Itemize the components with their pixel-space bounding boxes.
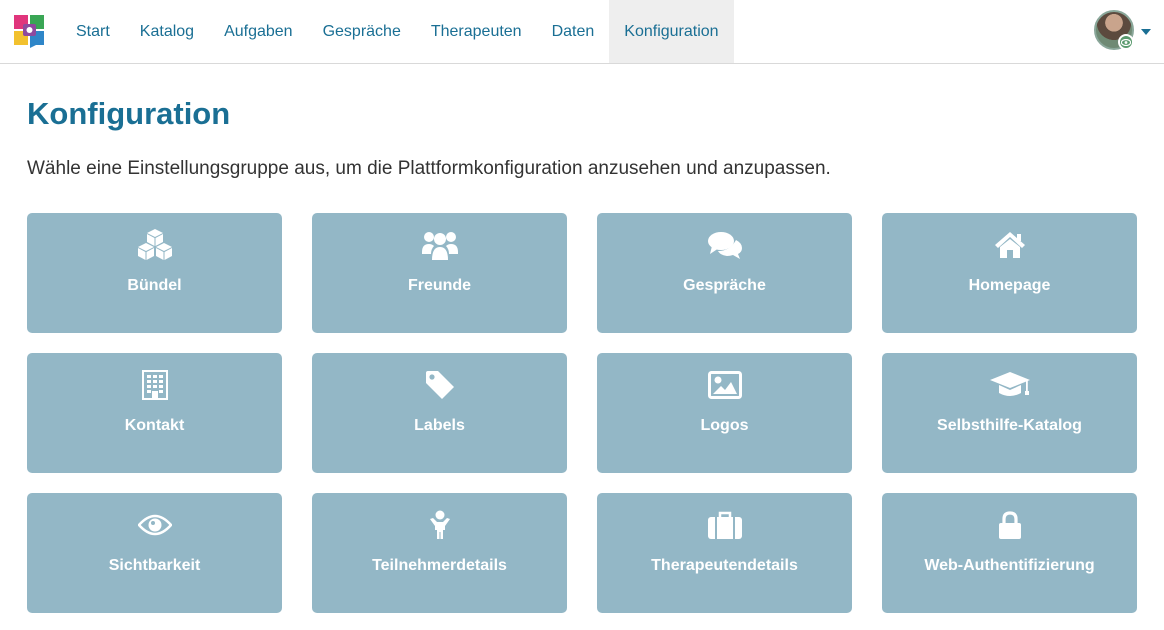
nav-item-gespraeche[interactable]: Gespräche <box>308 0 416 63</box>
tile-label: Kontakt <box>124 417 185 434</box>
tile-buendel[interactable]: Bündel <box>27 213 282 333</box>
tile-label: Bündel <box>127 277 182 294</box>
nav-item-katalog[interactable]: Katalog <box>125 0 209 63</box>
tile-web-authentifizierung[interactable]: Web-Authentifizierung <box>882 493 1137 613</box>
lock-icon <box>882 509 1137 541</box>
nav-item-daten[interactable]: Daten <box>537 0 610 63</box>
tile-label: Gespräche <box>683 277 766 294</box>
nav-item-label: Start <box>76 22 110 40</box>
child-icon <box>312 509 567 541</box>
nav-item-label: Gespräche <box>322 22 401 40</box>
users-icon <box>312 229 567 261</box>
tile-freunde[interactable]: Freunde <box>312 213 567 333</box>
nav-item-aufgaben[interactable]: Aufgaben <box>209 0 308 63</box>
tile-gespraeche[interactable]: Gespräche <box>597 213 852 333</box>
settings-grid: Bündel Freunde Gespräche Homepage Kontak… <box>27 213 1137 613</box>
page-title: Konfiguration <box>27 96 231 131</box>
page-description: Wähle eine Einstellungsgruppe aus, um di… <box>27 158 831 179</box>
graduation-cap-icon <box>882 369 1137 401</box>
eye-icon <box>27 509 282 541</box>
tile-label: Therapeutendetails <box>651 557 798 574</box>
nav-item-konfiguration[interactable]: Konfiguration <box>609 0 734 63</box>
nav-item-therapeuten[interactable]: Therapeuten <box>416 0 537 63</box>
comments-icon <box>597 229 852 261</box>
chevron-down-icon[interactable] <box>1141 29 1151 35</box>
nav-item-start[interactable]: Start <box>61 0 125 63</box>
tile-label: Sichtbarkeit <box>108 557 201 574</box>
user-menu[interactable] <box>1094 10 1154 50</box>
tile-kontakt[interactable]: Kontakt <box>27 353 282 473</box>
suitcase-icon <box>597 509 852 541</box>
image-icon <box>597 369 852 401</box>
app-logo-icon[interactable] <box>14 15 46 48</box>
tile-label: Teilnehmerdetails <box>372 557 507 574</box>
nav-item-label: Daten <box>551 22 595 40</box>
home-icon <box>882 229 1137 261</box>
tile-homepage[interactable]: Homepage <box>882 213 1137 333</box>
tile-logos[interactable]: Logos <box>597 353 852 473</box>
nav-item-label: Katalog <box>139 22 195 40</box>
tile-teilnehmerdetails[interactable]: Teilnehmerdetails <box>312 493 567 613</box>
building-icon <box>27 369 282 401</box>
top-navbar: Start Katalog Aufgaben Gespräche Therape… <box>0 0 1164 64</box>
tag-icon <box>312 369 567 401</box>
tile-labels[interactable]: Labels <box>312 353 567 473</box>
tile-selbsthilfe-katalog[interactable]: Selbsthilfe-Katalog <box>882 353 1137 473</box>
tile-label: Selbsthilfe-Katalog <box>937 417 1082 434</box>
tile-label: Logos <box>700 417 749 434</box>
tile-label: Homepage <box>968 277 1051 294</box>
cubes-icon <box>27 229 282 261</box>
eye-icon <box>1118 34 1134 50</box>
nav-item-label: Therapeuten <box>430 22 522 40</box>
tile-label: Labels <box>414 417 465 434</box>
nav-item-label: Aufgaben <box>224 22 293 40</box>
tile-sichtbarkeit[interactable]: Sichtbarkeit <box>27 493 282 613</box>
tile-label: Freunde <box>407 277 472 294</box>
tile-label: Web-Authentifizierung <box>924 557 1095 574</box>
tile-therapeutendetails[interactable]: Therapeutendetails <box>597 493 852 613</box>
nav-item-label: Konfiguration <box>624 22 719 40</box>
main-nav: Start Katalog Aufgaben Gespräche Therape… <box>61 0 734 63</box>
